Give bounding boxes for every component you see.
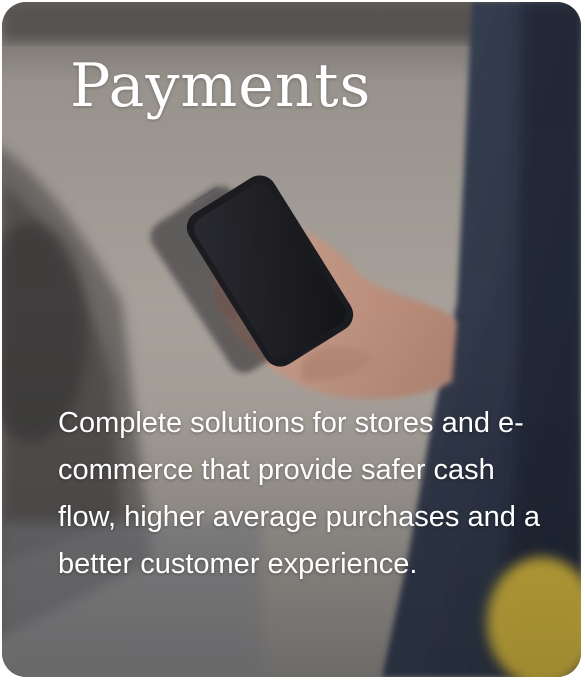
payments-card[interactable]: Payments Complete solutions for stores a… <box>2 2 581 677</box>
card-title: Payments <box>70 51 372 121</box>
card-description: Complete solutions for stores and e-comm… <box>58 407 541 580</box>
